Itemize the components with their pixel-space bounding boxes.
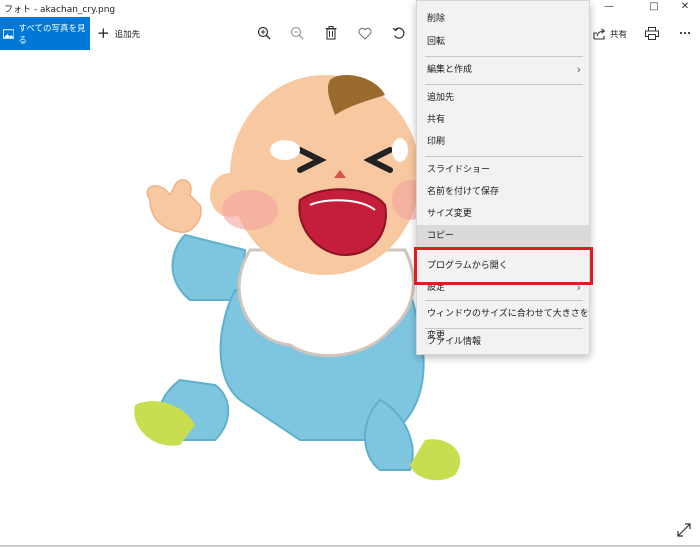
zoom-in-icon — [257, 26, 271, 40]
more-options-button[interactable] — [676, 24, 694, 42]
expand-button[interactable] — [676, 522, 692, 538]
share-label: 共有 — [610, 29, 628, 40]
menu-item-add-to[interactable]: 追加先 — [417, 87, 589, 109]
minimize-button[interactable]: — — [596, 0, 622, 16]
close-button[interactable]: ✕ — [672, 0, 698, 16]
plus-icon: + — [97, 24, 110, 42]
menu-item-edit-create-label: 編集と作成 — [427, 65, 473, 75]
photo-image — [134, 75, 461, 481]
more-icon — [679, 31, 691, 35]
menu-item-file-info[interactable]: ファイル情報 — [417, 331, 589, 353]
share-button[interactable]: 共有 — [593, 17, 627, 50]
delete-button[interactable] — [322, 24, 340, 42]
maximize-button[interactable]: □ — [641, 0, 667, 16]
menu-item-copy[interactable]: コピー — [417, 225, 589, 247]
chevron-right-icon: › — [576, 63, 581, 76]
share-icon — [593, 27, 606, 40]
menu-item-slideshow[interactable]: スライドショー — [417, 159, 589, 181]
menu-item-fit-window[interactable]: ウィンドウのサイズに合わせて大きさを変更 — [417, 303, 589, 341]
zoom-in-button[interactable] — [255, 24, 273, 42]
rotate-button[interactable] — [390, 24, 408, 42]
print-button[interactable] — [643, 24, 661, 42]
print-icon — [645, 26, 659, 40]
menu-item-resize[interactable]: サイズ変更 — [417, 203, 589, 225]
toolbar: すべての写真を見る + 追加先 共有 — [0, 16, 700, 50]
delete-icon — [325, 26, 337, 40]
baby-hand — [146, 179, 202, 234]
heart-icon — [358, 27, 372, 40]
menu-item-delete[interactable]: 削除 — [417, 8, 589, 30]
menu-separator — [425, 300, 583, 301]
window-title: フォト - akachan_cry.png — [4, 5, 116, 15]
favorite-button[interactable] — [356, 24, 374, 42]
menu-separator — [425, 328, 583, 329]
add-to-button[interactable]: + 追加先 — [97, 17, 140, 50]
title-bar: フォト - akachan_cry.png — □ ✕ — [0, 0, 700, 16]
menu-item-share[interactable]: 共有 — [417, 109, 589, 131]
menu-item-rotate[interactable]: 回転 — [417, 31, 589, 53]
menu-item-edit-create[interactable]: 編集と作成 › — [417, 59, 589, 81]
menu-separator — [425, 156, 583, 157]
menu-item-print[interactable]: 印刷 — [417, 131, 589, 153]
rotate-icon — [392, 27, 405, 39]
all-photos-label: すべての写真を見る — [18, 23, 86, 46]
menu-separator — [425, 84, 583, 85]
all-photos-button[interactable]: すべての写真を見る — [0, 17, 90, 50]
photo-icon — [3, 28, 15, 39]
menu-separator — [425, 56, 583, 57]
zoom-out-button[interactable] — [288, 24, 306, 42]
baby-foot-right — [410, 439, 461, 481]
context-menu: 削除 回転 編集と作成 › 追加先 共有 印刷 スライドショー 名前を付けて保存… — [416, 0, 590, 355]
menu-item-save-as[interactable]: 名前を付けて保存 — [417, 181, 589, 203]
highlight-box — [414, 247, 593, 285]
zoom-out-icon — [290, 26, 304, 40]
add-to-label: 追加先 — [114, 29, 141, 40]
expand-icon — [677, 523, 691, 537]
